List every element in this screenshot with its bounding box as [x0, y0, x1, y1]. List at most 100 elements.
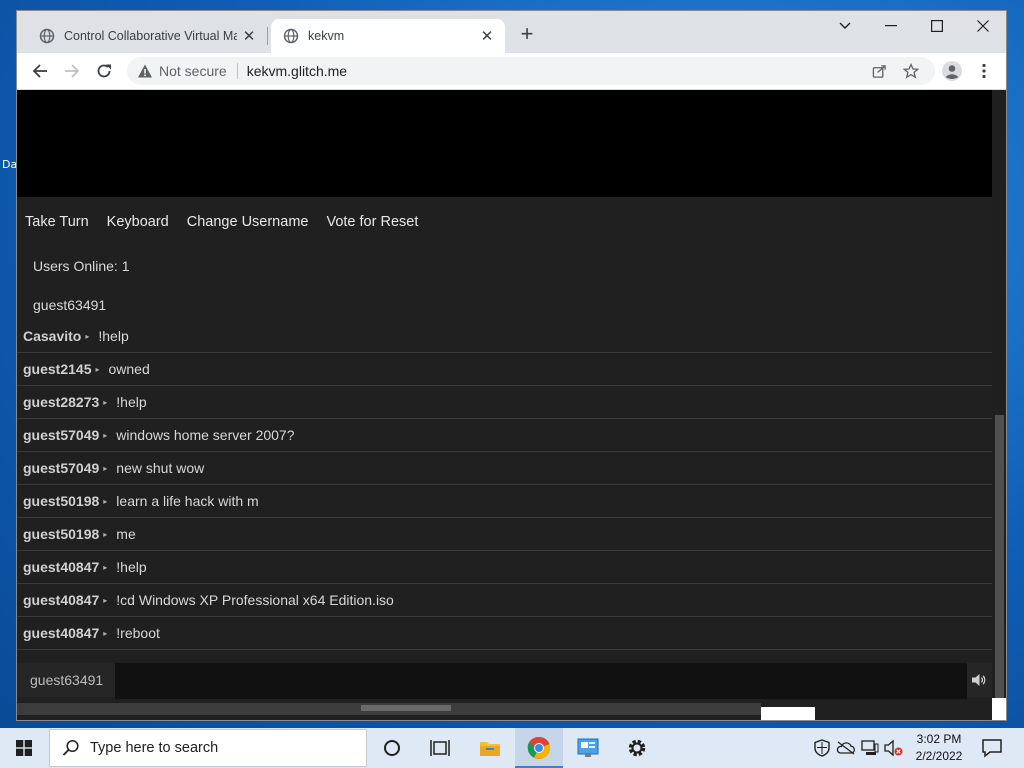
volume-muted-icon[interactable]: [884, 738, 904, 758]
chat-message: guest40847 ▸ !reboot: [17, 617, 992, 650]
chat-text: me: [116, 526, 136, 542]
chat-username[interactable]: Casavito: [23, 328, 81, 344]
desktop-icon-label[interactable]: Da: [2, 158, 17, 171]
security-label: Not secure: [159, 63, 227, 79]
kebab-menu-icon[interactable]: [971, 58, 997, 84]
chat-text: new shut wow: [116, 460, 205, 476]
message-arrow-icon: ▸: [103, 595, 108, 605]
tab-kekvm[interactable]: kekvm ✕: [271, 19, 505, 53]
minimize-icon[interactable]: [868, 11, 914, 41]
search-icon: [62, 739, 79, 756]
reload-icon[interactable]: [91, 58, 117, 84]
address-bar[interactable]: Not secure kekvm.glitch.me: [127, 57, 935, 85]
chat-username[interactable]: guest50198: [23, 493, 99, 509]
forward-arrow-icon[interactable]: [59, 58, 85, 84]
network-icon[interactable]: [860, 738, 880, 758]
tab-control-collaborative[interactable]: Control Collaborative Virtual Machines ✕: [27, 19, 267, 53]
clock-time: 3:02 PM: [916, 732, 962, 746]
back-arrow-icon[interactable]: [27, 58, 53, 84]
chat-username[interactable]: guest57049: [23, 460, 99, 476]
maximize-icon[interactable]: [914, 11, 960, 41]
tab-title: kekvm: [308, 29, 345, 43]
chat-text: !help: [98, 328, 129, 344]
page-gap: [761, 707, 815, 720]
close-icon[interactable]: ✕: [475, 27, 499, 45]
chrome-icon[interactable]: [515, 728, 563, 768]
chat-text: !cd Windows XP Professional x64 Edition.…: [116, 592, 394, 608]
message-arrow-icon: ▸: [103, 397, 108, 407]
chat-message: guest57049 ▸ windows home server 2007?: [17, 419, 992, 452]
vm-display[interactable]: [17, 90, 992, 197]
chat-username: guest63491: [30, 672, 104, 688]
tab-separator: [267, 27, 268, 45]
chat-username[interactable]: guest40847: [23, 625, 99, 641]
chat-message: guest50198 ▸ me: [17, 518, 992, 551]
system-clock[interactable]: 3:02 PM 2/2/2022: [904, 731, 974, 765]
warning-icon[interactable]: [137, 63, 153, 79]
chat-message: guest50198 ▸ learn a life hack with m: [17, 485, 992, 518]
message-arrow-icon: ▸: [85, 331, 90, 341]
chat-message: guest40847 ▸ !cd Windows XP Professional x…: [17, 584, 992, 617]
browser-toolbar: Not secure kekvm.glitch.me: [17, 53, 1006, 90]
chat-message: Casavito ▸ !help: [17, 320, 992, 353]
chat-text: !help: [116, 394, 147, 410]
action-bar: Take Turn Keyboard Change Username Vote …: [25, 214, 418, 230]
chat-bar: guest63491: [17, 663, 992, 699]
keyboard-button[interactable]: Keyboard: [107, 214, 169, 230]
clock-date: 2/2/2022: [915, 749, 963, 763]
chat-username[interactable]: guest40847: [23, 592, 99, 608]
address-separator: [236, 63, 238, 79]
message-arrow-icon: ▸: [103, 430, 108, 440]
globe-icon: [283, 28, 299, 44]
users-online-label: Users Online: 1: [33, 258, 130, 274]
chat-text: owned: [108, 361, 150, 377]
chat-message: guest40847 ▸ !help: [17, 551, 992, 584]
share-icon[interactable]: [865, 57, 893, 85]
message-arrow-icon: ▸: [103, 628, 108, 638]
page-content: Take Turn Keyboard Change Username Vote …: [17, 90, 1006, 720]
chat-text: !help: [116, 559, 147, 575]
globe-icon: [39, 28, 55, 44]
chat-text: !reboot: [116, 625, 160, 641]
message-arrow-icon: ▸: [95, 364, 100, 374]
notification-icon[interactable]: [980, 736, 1004, 760]
scrollbar-thumb[interactable]: [995, 415, 1004, 710]
message-arrow-icon: ▸: [103, 562, 108, 572]
chat-username[interactable]: guest28273: [23, 394, 99, 410]
chat-input[interactable]: [115, 663, 967, 699]
chat-username[interactable]: guest50198: [23, 526, 99, 542]
vote-for-reset-button[interactable]: Vote for Reset: [326, 214, 418, 230]
tab-strip: Control Collaborative Virtual Machines ✕…: [17, 11, 1006, 53]
url-text: kekvm.glitch.me: [246, 63, 348, 79]
tab-search-chevron-icon[interactable]: [822, 11, 868, 41]
chat-username[interactable]: guest57049: [23, 427, 99, 443]
close-icon[interactable]: ✕: [237, 27, 261, 45]
volume-icon[interactable]: [970, 671, 988, 689]
windows-start-icon[interactable]: [0, 728, 48, 768]
chat-text: windows home server 2007?: [116, 427, 295, 443]
search-placeholder: Type here to search: [90, 740, 219, 756]
close-window-icon[interactable]: [960, 11, 1006, 41]
horizontal-scrollbar[interactable]: [17, 703, 761, 715]
horizontal-scrollbar-thumb[interactable]: [361, 705, 451, 711]
star-icon[interactable]: [897, 57, 925, 85]
cortana-icon[interactable]: [368, 728, 416, 768]
chat-username[interactable]: guest40847: [23, 559, 99, 575]
taskbar-search-box[interactable]: Type here to search: [49, 729, 367, 767]
settings-gear-icon[interactable]: [613, 728, 661, 768]
change-username-button[interactable]: Change Username: [187, 214, 309, 230]
onedrive-cloud-icon[interactable]: [836, 738, 856, 758]
chat-message: guest57049 ▸ new shut wow: [17, 452, 992, 485]
control-panel-icon[interactable]: [564, 728, 612, 768]
new-tab-icon[interactable]: +: [515, 23, 539, 47]
message-arrow-icon: ▸: [103, 496, 108, 506]
security-shield-icon[interactable]: [812, 738, 832, 758]
chat-username[interactable]: guest2145: [23, 361, 91, 377]
task-view-icon[interactable]: [416, 728, 464, 768]
file-explorer-icon[interactable]: [466, 728, 514, 768]
online-user: guest63491: [33, 297, 107, 313]
chat-text: learn a life hack with m: [116, 493, 259, 509]
take-turn-button[interactable]: Take Turn: [25, 214, 89, 230]
message-arrow-icon: ▸: [103, 463, 108, 473]
profile-icon[interactable]: [939, 58, 965, 84]
